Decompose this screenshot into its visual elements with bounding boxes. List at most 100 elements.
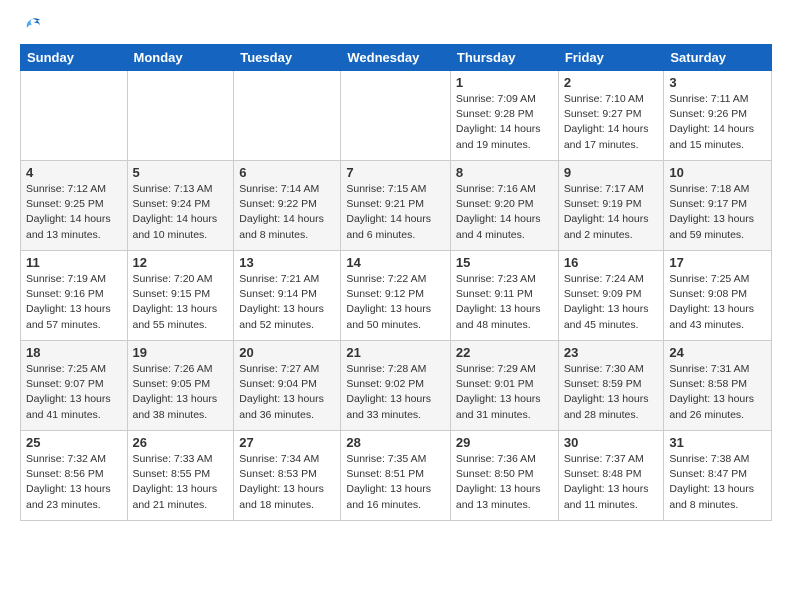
day-number: 13 <box>239 255 335 270</box>
day-info: Sunrise: 7:34 AM Sunset: 8:53 PM Dayligh… <box>239 452 335 513</box>
day-number: 12 <box>133 255 229 270</box>
calendar-cell: 16 Sunrise: 7:24 AM Sunset: 9:09 PM Dayli… <box>558 251 664 341</box>
day-number: 18 <box>26 345 122 360</box>
day-info: Sunrise: 7:35 AM Sunset: 8:51 PM Dayligh… <box>346 452 445 513</box>
day-info: Sunrise: 7:19 AM Sunset: 9:16 PM Dayligh… <box>26 272 122 333</box>
calendar-cell: 26 Sunrise: 7:33 AM Sunset: 8:55 PM Dayli… <box>127 431 234 521</box>
header-monday: Monday <box>127 45 234 71</box>
calendar-cell: 10 Sunrise: 7:18 AM Sunset: 9:17 PM Dayli… <box>664 161 772 251</box>
week-row-2: 11 Sunrise: 7:19 AM Sunset: 9:16 PM Dayli… <box>21 251 772 341</box>
day-info: Sunrise: 7:20 AM Sunset: 9:15 PM Dayligh… <box>133 272 229 333</box>
day-number: 23 <box>564 345 659 360</box>
day-number: 22 <box>456 345 553 360</box>
day-info: Sunrise: 7:21 AM Sunset: 9:14 PM Dayligh… <box>239 272 335 333</box>
header-saturday: Saturday <box>664 45 772 71</box>
logo <box>20 16 42 36</box>
day-info: Sunrise: 7:26 AM Sunset: 9:05 PM Dayligh… <box>133 362 229 423</box>
day-number: 7 <box>346 165 445 180</box>
calendar-cell: 25 Sunrise: 7:32 AM Sunset: 8:56 PM Dayli… <box>21 431 128 521</box>
week-row-4: 25 Sunrise: 7:32 AM Sunset: 8:56 PM Dayli… <box>21 431 772 521</box>
calendar-cell <box>127 71 234 161</box>
header <box>20 16 772 36</box>
day-info: Sunrise: 7:28 AM Sunset: 9:02 PM Dayligh… <box>346 362 445 423</box>
day-number: 5 <box>133 165 229 180</box>
day-number: 8 <box>456 165 553 180</box>
day-number: 28 <box>346 435 445 450</box>
day-number: 16 <box>564 255 659 270</box>
calendar-cell: 4Sunrise: 7:12 AM Sunset: 9:25 PM Daylig… <box>21 161 128 251</box>
day-info: Sunrise: 7:33 AM Sunset: 8:55 PM Dayligh… <box>133 452 229 513</box>
calendar-cell: 13 Sunrise: 7:21 AM Sunset: 9:14 PM Dayli… <box>234 251 341 341</box>
day-info: Sunrise: 7:16 AM Sunset: 9:20 PM Dayligh… <box>456 182 553 243</box>
day-number: 25 <box>26 435 122 450</box>
calendar-cell: 20Sunrise: 7:27 AM Sunset: 9:04 PM Dayli… <box>234 341 341 431</box>
calendar-cell: 17 Sunrise: 7:25 AM Sunset: 9:08 PM Dayli… <box>664 251 772 341</box>
calendar-cell <box>234 71 341 161</box>
week-row-0: 1 Sunrise: 7:09 AM Sunset: 9:28 PM Daylig… <box>21 71 772 161</box>
day-number: 24 <box>669 345 766 360</box>
day-info: Sunrise: 7:24 AM Sunset: 9:09 PM Dayligh… <box>564 272 659 333</box>
calendar-cell: 21 Sunrise: 7:28 AM Sunset: 9:02 PM Dayli… <box>341 341 451 431</box>
calendar-cell: 14Sunrise: 7:22 AM Sunset: 9:12 PM Dayli… <box>341 251 451 341</box>
calendar-cell: 19 Sunrise: 7:26 AM Sunset: 9:05 PM Dayli… <box>127 341 234 431</box>
calendar-cell: 18Sunrise: 7:25 AM Sunset: 9:07 PM Dayli… <box>21 341 128 431</box>
calendar-cell: 30Sunrise: 7:37 AM Sunset: 8:48 PM Dayli… <box>558 431 664 521</box>
calendar-cell: 27 Sunrise: 7:34 AM Sunset: 8:53 PM Dayli… <box>234 431 341 521</box>
header-row: SundayMondayTuesdayWednesdayThursdayFrid… <box>21 45 772 71</box>
day-number: 15 <box>456 255 553 270</box>
page: SundayMondayTuesdayWednesdayThursdayFrid… <box>0 0 792 537</box>
header-tuesday: Tuesday <box>234 45 341 71</box>
calendar-cell: 2Sunrise: 7:10 AM Sunset: 9:27 PM Daylig… <box>558 71 664 161</box>
day-info: Sunrise: 7:27 AM Sunset: 9:04 PM Dayligh… <box>239 362 335 423</box>
day-info: Sunrise: 7:12 AM Sunset: 9:25 PM Dayligh… <box>26 182 122 243</box>
calendar-cell: 7 Sunrise: 7:15 AM Sunset: 9:21 PM Daylig… <box>341 161 451 251</box>
week-row-1: 4Sunrise: 7:12 AM Sunset: 9:25 PM Daylig… <box>21 161 772 251</box>
day-info: Sunrise: 7:23 AM Sunset: 9:11 PM Dayligh… <box>456 272 553 333</box>
header-thursday: Thursday <box>450 45 558 71</box>
week-row-3: 18Sunrise: 7:25 AM Sunset: 9:07 PM Dayli… <box>21 341 772 431</box>
day-number: 3 <box>669 75 766 90</box>
day-number: 31 <box>669 435 766 450</box>
day-number: 6 <box>239 165 335 180</box>
calendar-cell <box>21 71 128 161</box>
calendar-cell <box>341 71 451 161</box>
day-number: 26 <box>133 435 229 450</box>
header-sunday: Sunday <box>21 45 128 71</box>
day-number: 19 <box>133 345 229 360</box>
day-info: Sunrise: 7:36 AM Sunset: 8:50 PM Dayligh… <box>456 452 553 513</box>
calendar-header: SundayMondayTuesdayWednesdayThursdayFrid… <box>21 45 772 71</box>
day-info: Sunrise: 7:32 AM Sunset: 8:56 PM Dayligh… <box>26 452 122 513</box>
day-number: 17 <box>669 255 766 270</box>
day-number: 9 <box>564 165 659 180</box>
header-wednesday: Wednesday <box>341 45 451 71</box>
day-info: Sunrise: 7:13 AM Sunset: 9:24 PM Dayligh… <box>133 182 229 243</box>
calendar-table: SundayMondayTuesdayWednesdayThursdayFrid… <box>20 44 772 521</box>
day-info: Sunrise: 7:18 AM Sunset: 9:17 PM Dayligh… <box>669 182 766 243</box>
day-info: Sunrise: 7:15 AM Sunset: 9:21 PM Dayligh… <box>346 182 445 243</box>
day-number: 27 <box>239 435 335 450</box>
calendar-cell: 31 Sunrise: 7:38 AM Sunset: 8:47 PM Dayli… <box>664 431 772 521</box>
day-number: 1 <box>456 75 553 90</box>
calendar-cell: 22 Sunrise: 7:29 AM Sunset: 9:01 PM Dayli… <box>450 341 558 431</box>
day-info: Sunrise: 7:30 AM Sunset: 8:59 PM Dayligh… <box>564 362 659 423</box>
calendar-cell: 3 Sunrise: 7:11 AM Sunset: 9:26 PM Daylig… <box>664 71 772 161</box>
day-number: 14 <box>346 255 445 270</box>
day-info: Sunrise: 7:29 AM Sunset: 9:01 PM Dayligh… <box>456 362 553 423</box>
calendar-cell: 6 Sunrise: 7:14 AM Sunset: 9:22 PM Daylig… <box>234 161 341 251</box>
calendar-cell: 29Sunrise: 7:36 AM Sunset: 8:50 PM Dayli… <box>450 431 558 521</box>
day-info: Sunrise: 7:25 AM Sunset: 9:08 PM Dayligh… <box>669 272 766 333</box>
calendar-cell: 9 Sunrise: 7:17 AM Sunset: 9:19 PM Daylig… <box>558 161 664 251</box>
calendar-cell: 15 Sunrise: 7:23 AM Sunset: 9:11 PM Dayli… <box>450 251 558 341</box>
calendar-cell: 11 Sunrise: 7:19 AM Sunset: 9:16 PM Dayli… <box>21 251 128 341</box>
day-info: Sunrise: 7:09 AM Sunset: 9:28 PM Dayligh… <box>456 92 553 153</box>
logo-bird-icon <box>22 16 42 36</box>
day-info: Sunrise: 7:11 AM Sunset: 9:26 PM Dayligh… <box>669 92 766 153</box>
day-number: 2 <box>564 75 659 90</box>
day-number: 21 <box>346 345 445 360</box>
day-info: Sunrise: 7:38 AM Sunset: 8:47 PM Dayligh… <box>669 452 766 513</box>
calendar-body: 1 Sunrise: 7:09 AM Sunset: 9:28 PM Daylig… <box>21 71 772 521</box>
day-info: Sunrise: 7:14 AM Sunset: 9:22 PM Dayligh… <box>239 182 335 243</box>
day-info: Sunrise: 7:17 AM Sunset: 9:19 PM Dayligh… <box>564 182 659 243</box>
day-number: 10 <box>669 165 766 180</box>
day-number: 11 <box>26 255 122 270</box>
